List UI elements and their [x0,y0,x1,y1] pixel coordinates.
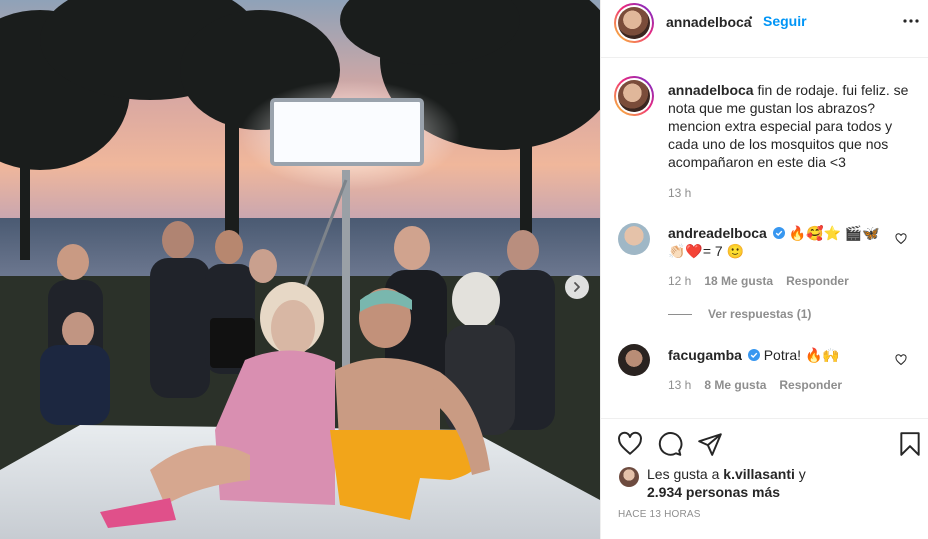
photo-scene [0,0,600,539]
likes-middle: y [794,466,806,482]
verified-badge-icon [772,227,785,239]
author-username[interactable]: annadelboca [666,14,752,30]
liker-avatar[interactable] [619,467,639,487]
view-replies-button[interactable]: Ver respuestas (1) [668,307,811,321]
post-actions: Les gusta a k.villasanti y 2.934 persona… [601,418,928,539]
more-options-icon[interactable] [903,16,919,26]
comment-text: Potra! 🔥🙌 [763,347,840,363]
comments-section: annadelboca fin de rodaje. fui feliz. se… [601,59,928,415]
comment-likes[interactable]: 8 Me gusta [704,378,766,392]
heart-icon[interactable] [617,431,643,457]
post-photo[interactable] [0,0,600,539]
liker-username[interactable]: k.villasanti [723,466,795,482]
comment-meta: 13 h 8 Me gusta Responder [668,378,842,392]
header-separator: • [749,13,753,24]
comment-time[interactable]: 13 h [668,378,691,392]
replies-divider [668,313,692,315]
likes-prefix: Les gusta a [647,466,724,482]
comment-like-icon[interactable] [895,354,907,366]
comment-andreadelboca: andreadelboca 🔥🥰⭐ 🎬🦋 👏🏻❤️= 7 🙂 [668,224,898,260]
follow-button[interactable]: Seguir [763,13,807,29]
post-timestamp[interactable]: HACE 13 HORAS [618,509,701,520]
comment-time[interactable]: 12 h [668,274,691,288]
likes-others[interactable]: 2.934 personas más [647,484,780,500]
post-header: annadelboca • Seguir [601,0,928,58]
comment-avatar[interactable] [618,223,650,255]
caption-time[interactable]: 13 h [668,186,691,200]
comment-likes[interactable]: 18 Me gusta [704,274,773,288]
chevron-right-icon [574,282,580,292]
author-avatar[interactable] [614,3,654,43]
reply-button[interactable]: Responder [786,274,849,288]
caption: annadelboca fin de rodaje. fui feliz. se… [668,81,918,171]
bookmark-icon[interactable] [897,431,923,457]
comment-meta: 12 h 18 Me gusta Responder [668,274,849,288]
verified-badge-icon [747,349,760,361]
comment-facugamba: facugamba Potra! 🔥🙌 [668,346,898,364]
likes-text: Les gusta a k.villasanti y 2.934 persona… [647,465,806,501]
caption-username[interactable]: annadelboca [668,82,754,98]
comment-like-icon[interactable] [895,233,907,245]
reply-button[interactable]: Responder [779,378,842,392]
comment-avatar[interactable] [618,344,650,376]
comment-username[interactable]: facugamba [668,347,742,363]
comment-username[interactable]: andreadelboca [668,225,767,241]
share-icon[interactable] [697,431,723,457]
caption-meta: 13 h [668,186,691,200]
likes-summary: Les gusta a k.villasanti y 2.934 persona… [619,465,806,501]
post-side-panel: annadelboca • Seguir annadelboca fin de … [600,0,928,539]
view-replies-label: Ver respuestas (1) [708,307,812,321]
comment-icon[interactable] [657,431,683,457]
carousel-next-button[interactable] [565,275,589,299]
caption-avatar[interactable] [614,76,654,116]
